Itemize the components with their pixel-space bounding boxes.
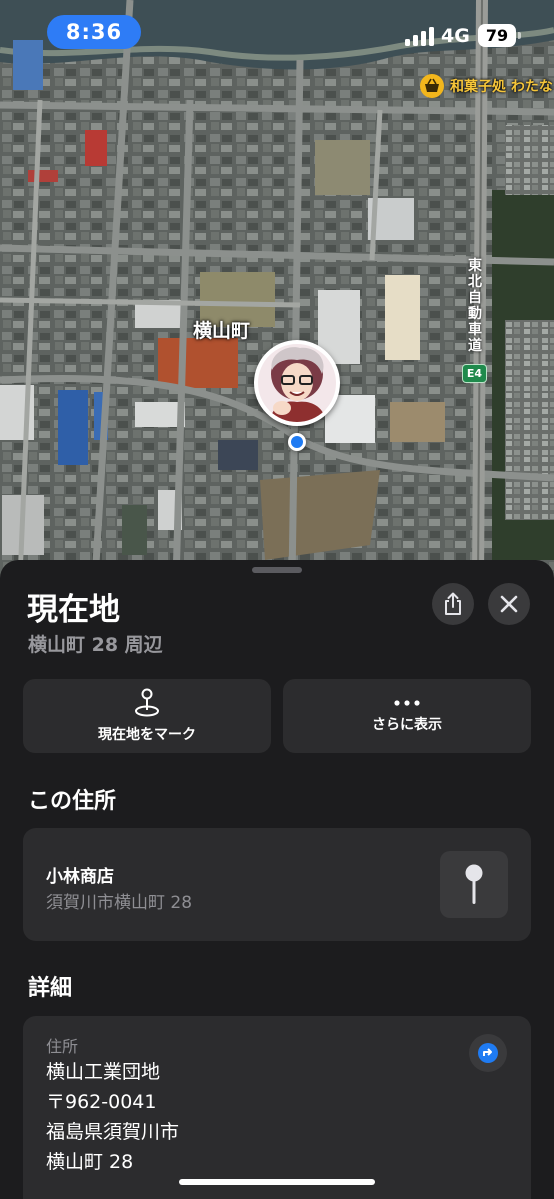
current-location-dot — [288, 433, 306, 451]
place-address: 須賀川市横山町 28 — [46, 893, 193, 913]
home-indicator[interactable] — [179, 1179, 375, 1185]
place-pin-thumbnail — [440, 851, 508, 918]
address-label: 住所 — [46, 1037, 79, 1056]
satellite-map[interactable]: 8:36 4G 79 和菓子処 わたな 横山町 東北自動車道 E4 — [0, 0, 554, 580]
address-line: 〒962-0041 — [46, 1091, 157, 1113]
map-pin-icon — [465, 864, 483, 904]
town-label: 横山町 — [193, 320, 251, 342]
location-pin-icon — [135, 688, 159, 717]
mark-location-button[interactable]: 現在地をマーク — [23, 679, 271, 753]
page-title: 現在地 — [27, 592, 120, 628]
address-detail-card[interactable]: 住所 横山工業団地 〒962-0041 福島県須賀川市 横山町 28 — [23, 1016, 531, 1199]
location-sheet: 現在地 横山町 28 周辺 現在地をマーク さらに表示 この住所 小林商店 須賀… — [0, 560, 554, 1199]
address-lines: 横山工業団地 〒962-0041 福島県須賀川市 横山町 28 — [46, 1057, 179, 1177]
network-type: 4G — [441, 25, 470, 47]
cellular-signal-icon — [405, 27, 434, 46]
battery-level: 79 — [478, 24, 521, 47]
place-card[interactable]: 小林商店 須賀川市横山町 28 — [23, 828, 531, 941]
sheet-grabber[interactable] — [252, 567, 302, 573]
details-section-heading: 詳細 — [28, 976, 73, 1001]
more-button[interactable]: さらに表示 — [283, 679, 531, 753]
user-avatar-pin[interactable] — [254, 340, 340, 426]
status-bar: 8:36 4G 79 — [0, 0, 554, 64]
close-icon — [500, 595, 518, 613]
directions-button[interactable] — [469, 1034, 507, 1072]
avatar — [254, 340, 340, 426]
address-section-heading: この住所 — [28, 789, 117, 814]
share-icon — [445, 592, 461, 615]
highway-route-badge: E4 — [462, 364, 487, 383]
highway-label: 東北自動車道 — [468, 258, 482, 354]
directions-icon — [478, 1043, 498, 1063]
address-line: 福島県須賀川市 — [46, 1121, 180, 1143]
status-time[interactable]: 8:36 — [47, 15, 141, 49]
address-line: 横山工業団地 — [46, 1061, 161, 1083]
ellipsis-icon — [394, 700, 420, 706]
shopping-basket-icon — [420, 74, 444, 98]
place-name: 小林商店 — [46, 867, 114, 887]
share-button[interactable] — [432, 583, 474, 625]
close-button[interactable] — [488, 583, 530, 625]
page-subtitle: 横山町 28 周辺 — [28, 634, 163, 656]
poi-label: 和菓子処 わたな — [450, 79, 553, 95]
mark-location-label: 現在地をマーク — [98, 727, 196, 743]
more-label: さらに表示 — [372, 717, 442, 733]
address-line: 横山町 28 — [46, 1151, 134, 1173]
poi-marker[interactable]: 和菓子処 わたな — [420, 74, 553, 98]
